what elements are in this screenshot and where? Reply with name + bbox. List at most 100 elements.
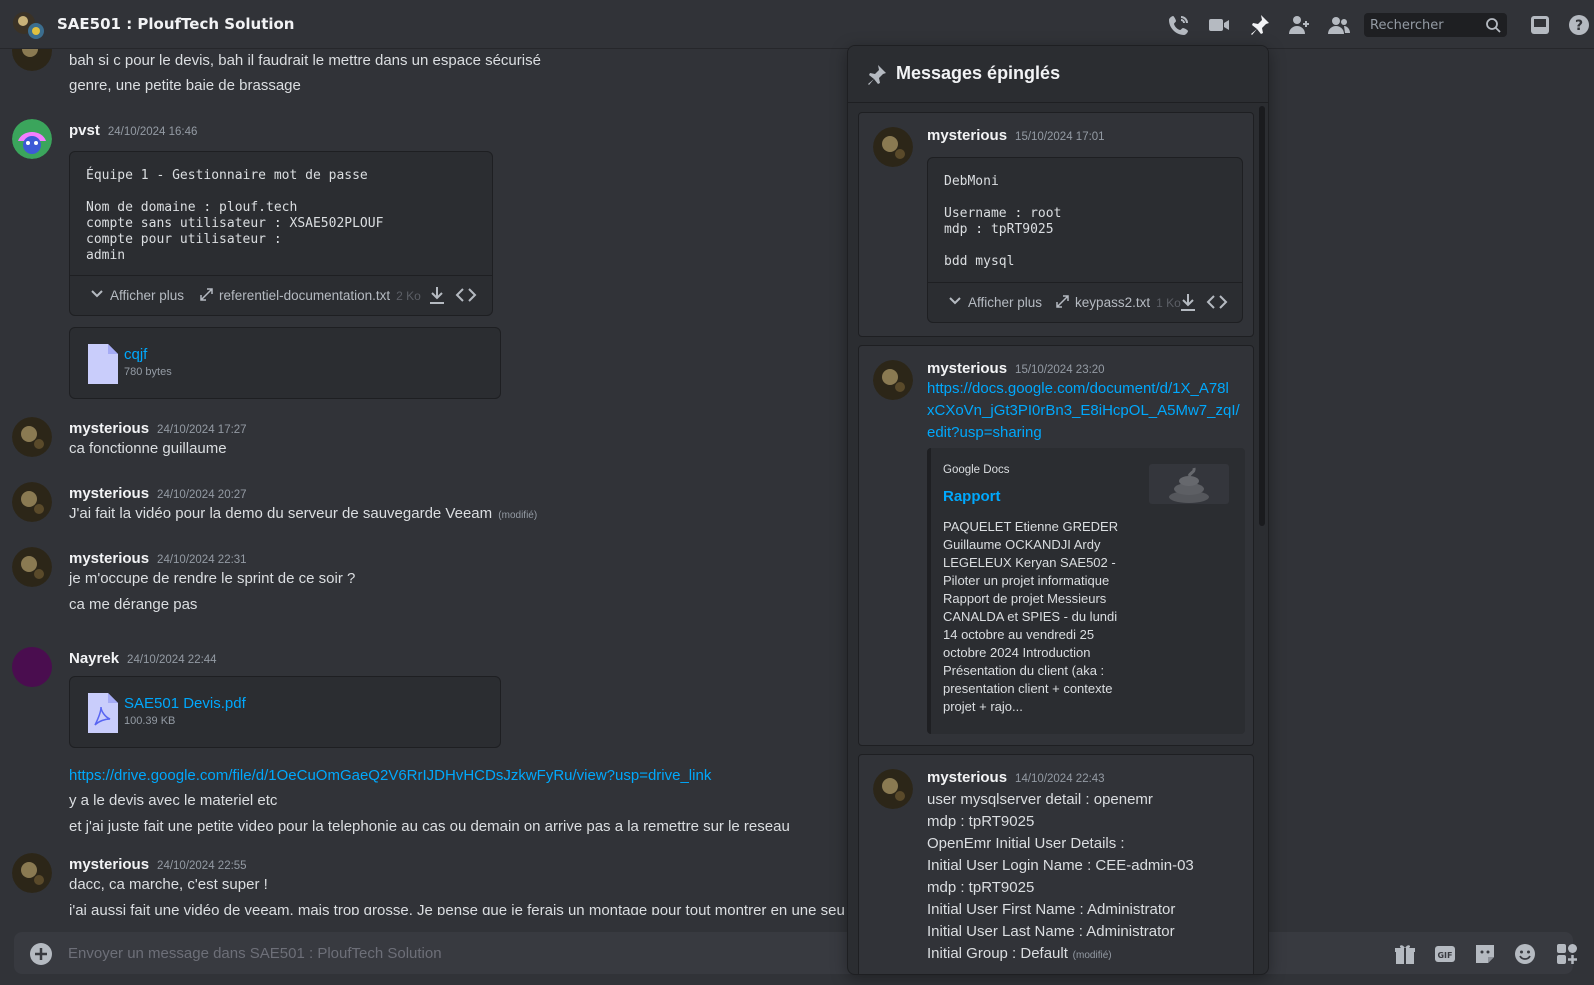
message-header: mysterious 15/10/2024 23:20	[927, 360, 1105, 377]
code-view-icon[interactable]	[1206, 292, 1228, 315]
message-header: mysterious 24/10/2024 22:31	[69, 550, 247, 567]
drive-link[interactable]: https://drive.google.com/file/d/1OeCuOmG…	[69, 767, 711, 784]
pinned-message[interactable]: mysterious 14/10/2024 22:43 user mysqlse…	[858, 754, 1254, 974]
message-header: mysterious 14/10/2024 22:43	[927, 769, 1105, 786]
author-name[interactable]: mysterious	[927, 360, 1007, 377]
message-text: Initial Group : Default (modifié)	[927, 945, 1112, 962]
author-name[interactable]: mysterious	[927, 127, 1007, 144]
chevron-down-icon[interactable]	[948, 294, 962, 311]
chevron-down-icon[interactable]	[90, 287, 104, 304]
svg-text:GIF: GIF	[1437, 951, 1452, 960]
avatar[interactable]	[12, 647, 52, 687]
channel-icon	[12, 10, 46, 40]
show-more-button[interactable]: Afficher plus	[110, 288, 184, 303]
message-text: OpenEmr Initial User Details :	[927, 835, 1125, 852]
member-list-icon[interactable]	[1326, 12, 1352, 38]
pinned-message[interactable]: mysterious 15/10/2024 17:01 DebMoni User…	[858, 112, 1254, 337]
pinned-header: Messages épinglés	[848, 46, 1268, 103]
file-preview-content: DebMoni Username : root mdp : tpRT9025 b…	[944, 174, 1062, 269]
text-file-preview: DebMoni Username : root mdp : tpRT9025 b…	[927, 157, 1243, 323]
message-text: Initial User Login Name : CEE-admin-03	[927, 857, 1194, 874]
attachment-size: 100.39 KB	[124, 715, 176, 727]
message-text: dacc, ca marche, c'est super !	[69, 876, 268, 893]
search-box[interactable]	[1364, 13, 1507, 37]
avatar[interactable]	[12, 417, 52, 457]
pinned-messages-icon[interactable]	[1246, 12, 1272, 38]
message-header: mysterious 24/10/2024 17:27	[69, 420, 247, 437]
file-attachment[interactable]: cqjf 780 bytes	[69, 327, 501, 399]
attachment-name[interactable]: SAE501 Devis.pdf	[124, 695, 246, 712]
apps-icon[interactable]	[1554, 941, 1580, 967]
message-text: user mysqlserver detail : openemr	[927, 791, 1153, 808]
author-name[interactable]: mysterious	[927, 769, 1007, 786]
avatar[interactable]	[873, 769, 913, 809]
sticker-icon[interactable]	[1472, 941, 1498, 967]
message-header: mysterious 15/10/2024 17:01	[927, 127, 1105, 144]
avatar[interactable]	[12, 119, 52, 159]
file-attachment[interactable]: SAE501 Devis.pdf 100.39 KB	[69, 676, 501, 748]
embed-thumbnail[interactable]	[1149, 464, 1229, 504]
download-icon[interactable]	[427, 285, 447, 308]
expand-icon[interactable]	[200, 287, 213, 304]
message-body: user mysqlserver detail : openemr mdp : t…	[927, 789, 1194, 967]
upload-plus-icon[interactable]	[28, 941, 54, 967]
message-text: je m'occupe de rendre le sprint de ce so…	[69, 570, 356, 587]
docs-link[interactable]: https://docs.google.com/document/d/1X_A7…	[927, 380, 1229, 397]
embed-description-line: Rapport de projet Messieurs	[943, 591, 1107, 606]
timestamp: 24/10/2024 16:46	[107, 126, 198, 138]
message-text: ca me dérange pas	[69, 596, 198, 613]
help-icon[interactable]: ?	[1566, 12, 1592, 38]
attachment-name[interactable]: cqjf	[124, 346, 147, 363]
avatar[interactable]	[12, 482, 52, 522]
scrollbar[interactable]	[1259, 106, 1265, 526]
author-name[interactable]: Nayrek	[69, 650, 119, 667]
emoji-icon[interactable]	[1512, 941, 1538, 967]
timestamp: 24/10/2024 22:44	[127, 654, 217, 666]
edited-label: (modifié)	[498, 510, 538, 521]
timestamp: 24/10/2024 17:27	[157, 424, 247, 436]
video-call-icon[interactable]	[1206, 12, 1232, 38]
author-name[interactable]: mysterious	[69, 550, 149, 567]
avatar[interactable]	[12, 547, 52, 587]
message-text: y a le devis avec le materiel etc	[69, 792, 278, 809]
timestamp: 14/10/2024 22:43	[1015, 773, 1105, 785]
timestamp: 24/10/2024 20:27	[157, 489, 247, 501]
avatar[interactable]	[873, 360, 913, 400]
channel-title: SAE501 : PloufTech Solution	[57, 15, 295, 33]
text-file-preview: Équipe 1 - Gestionnaire mot de passe Nom…	[69, 151, 493, 316]
search-input[interactable]	[1370, 17, 1480, 33]
embed-title[interactable]: Rapport	[943, 488, 1001, 505]
embed-description-line: octobre 2024 Introduction	[943, 645, 1091, 660]
voice-call-icon[interactable]	[1166, 12, 1192, 38]
inbox-icon[interactable]	[1527, 12, 1553, 38]
file-size: 2 Ko	[396, 288, 421, 303]
message-text: mdp : tpRT9025	[927, 813, 1035, 830]
docs-link[interactable]: xCXoVn_jGt3PI0rBn3_E8iHcpOL_A5Mw7_zqI/	[927, 402, 1240, 419]
author-name[interactable]: pvst	[69, 122, 100, 139]
gift-icon[interactable]	[1392, 941, 1418, 967]
avatar[interactable]	[873, 127, 913, 167]
pinned-message[interactable]: mysterious 15/10/2024 23:20 https://docs…	[858, 345, 1254, 746]
channel-header: SAE501 : PloufTech Solution ?	[0, 0, 1594, 49]
download-icon[interactable]	[1178, 292, 1198, 315]
pinned-title: Messages épinglés	[896, 63, 1061, 83]
author-name[interactable]: mysterious	[69, 485, 149, 502]
avatar[interactable]	[12, 49, 52, 71]
expand-icon[interactable]	[1056, 294, 1069, 311]
embed-description-line: Présentation du client (aka :	[943, 663, 1105, 678]
docs-link[interactable]: edit?usp=sharing	[927, 424, 1042, 441]
attachment-size: 780 bytes	[124, 366, 172, 378]
avatar[interactable]	[12, 853, 52, 893]
show-more-button[interactable]: Afficher plus	[968, 295, 1042, 310]
add-member-icon[interactable]	[1286, 12, 1312, 38]
embed-description-line: projet + rajo...	[943, 699, 1023, 714]
timestamp: 15/10/2024 17:01	[1015, 131, 1105, 143]
message-header: pvst 24/10/2024 16:46	[69, 122, 197, 139]
gif-icon[interactable]: GIF	[1432, 941, 1458, 967]
message-header: mysterious 24/10/2024 22:55	[69, 856, 247, 873]
code-view-icon[interactable]	[455, 285, 477, 308]
author-name[interactable]: mysterious	[69, 856, 149, 873]
author-name[interactable]: mysterious	[69, 420, 149, 437]
embed-description-line: Guillaume OCKANDJI Ardy	[943, 537, 1101, 552]
link-embed: Google Docs Rapport PAQUELET Etienne GRE…	[927, 448, 1245, 734]
